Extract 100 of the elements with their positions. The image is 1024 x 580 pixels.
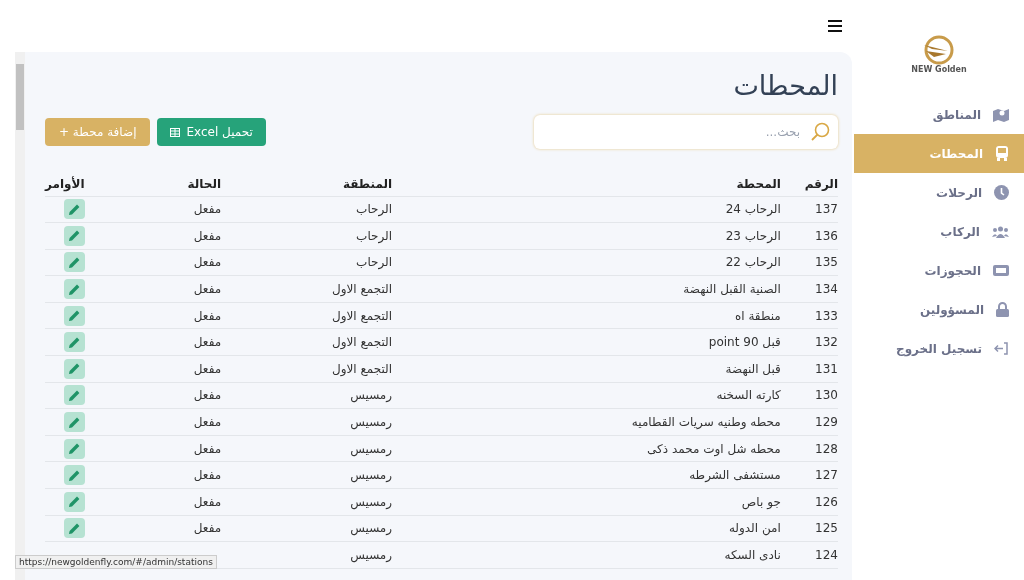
table-cell: التجمع الاول [331,308,393,323]
column-header: المحطة [736,176,781,191]
sidebar-item[interactable]: تسجيل الخروج [854,329,1024,368]
table-cell: مفعل [193,468,222,483]
table-cell: قبل 90 point [708,335,781,350]
ticket-icon [993,265,1009,276]
edit-button[interactable] [63,332,85,353]
table-cell: 134 [815,282,838,297]
table-cell: امن الدوله [728,521,781,536]
excel-download-button[interactable]: تحميل Excel [157,118,266,146]
table-cell: الرحاب 22 [725,255,781,270]
column-header: الرقم [804,176,838,191]
table-cell: قبل النهضة [725,361,781,376]
table-cell: مفعل [193,361,222,376]
table-cell: مفعل [193,202,222,217]
table-cell: مفعل [193,415,222,430]
table-cell: التجمع الاول [331,282,393,297]
pencil-icon [68,443,80,455]
table-cell: 136 [815,228,838,243]
table-cell: الرحاب [356,228,393,243]
pencil-icon [68,203,80,215]
table-cell: نادى السكه [724,548,781,562]
sidebar-item[interactable]: الرحلات [854,173,1024,212]
menu-icon[interactable] [828,20,842,32]
edit-button[interactable] [63,438,85,459]
table-cell: كارته السخنه [716,388,781,403]
lock-icon [996,302,1009,317]
edit-button[interactable] [63,358,85,379]
pencil-icon [68,469,80,481]
table-cell: التجمع الاول [331,361,393,376]
table-cell: الصنية القبل النهضة [683,282,781,297]
table-cell: محطه وطنيه سريات القطاميه [631,415,781,430]
edit-button[interactable] [63,225,85,246]
table-cell: جو باص [741,494,781,509]
table-cell: مفعل [193,441,222,456]
table-cell: مفعل [193,308,222,323]
table-cell: 129 [815,415,838,430]
table-cell: 135 [815,255,838,270]
pencil-icon [68,416,80,428]
sidebar-item[interactable]: الحجوزات [854,251,1024,290]
column-header: الأوامر [45,176,85,191]
table-cell: رمسيس [350,468,393,483]
table-cell: 132 [815,335,838,350]
table-cell: التجمع الاول [331,335,393,350]
table-cell: 124 [815,548,838,562]
edit-button[interactable] [63,412,85,433]
table-cell: الرحاب [356,255,393,270]
table-cell: مستشفى الشرطه [689,468,781,483]
pencil-icon [68,389,80,401]
edit-button[interactable] [63,491,85,512]
pencil-icon [68,230,80,242]
table-cell: 130 [815,388,838,403]
status-url: https://newgoldenfly.com/#/admin/stations [15,555,217,569]
clock-icon [994,185,1009,200]
table-cell: 126 [815,494,838,509]
pencil-icon [68,310,80,322]
sidebar-item[interactable]: المناطق [854,95,1024,134]
pencil-icon [68,283,80,295]
search-icon [810,122,830,142]
map-icon [993,107,1009,122]
edit-button[interactable] [63,385,85,406]
sidebar-item[interactable]: الركاب [854,212,1024,251]
search-field[interactable]: بحث... [534,115,838,149]
edit-button[interactable] [63,279,85,300]
table-cell: رمسيس [350,415,393,430]
table-cell: 137 [815,202,838,217]
table-cell: رمسيس [350,548,393,562]
table-cell: الرحاب [356,202,393,217]
users-icon [992,225,1009,238]
logo-text: NEW Golden [911,65,967,74]
edit-button[interactable] [63,465,85,486]
pencil-icon [68,363,80,375]
table-cell: محطه شل اوت محمد ذكى [647,441,781,456]
table-cell: مفعل [193,388,222,403]
table-cell: رمسيس [350,441,393,456]
table-cell: الرحاب 23 [725,228,781,243]
table-cell: 125 [815,521,838,536]
edit-button[interactable] [63,305,85,326]
edit-button[interactable] [63,252,85,273]
table-cell: مفعل [193,335,222,350]
table-cell: مفعل [193,282,222,297]
column-header: الحالة [187,176,222,191]
edit-button[interactable] [63,199,85,220]
edit-button[interactable] [63,518,85,539]
table-cell: رمسيس [350,521,393,536]
table-cell: مفعل [193,494,222,509]
table-cell: مفعل [193,228,222,243]
pencil-icon [68,496,80,508]
pencil-icon [68,522,80,534]
table-cell: منطقة اه [734,308,781,323]
page-title: المحطات [733,69,838,103]
table-cell: الرحاب 24 [725,202,781,217]
logout-icon [994,342,1009,355]
sidebar-item[interactable]: المسؤولين [854,290,1024,329]
table-cell: مفعل [193,521,222,536]
table-cell: 127 [815,468,838,483]
table-cell: مفعل [193,255,222,270]
pencil-icon [68,336,80,348]
table-cell: رمسيس [350,388,393,403]
table-cell: 131 [815,361,838,376]
